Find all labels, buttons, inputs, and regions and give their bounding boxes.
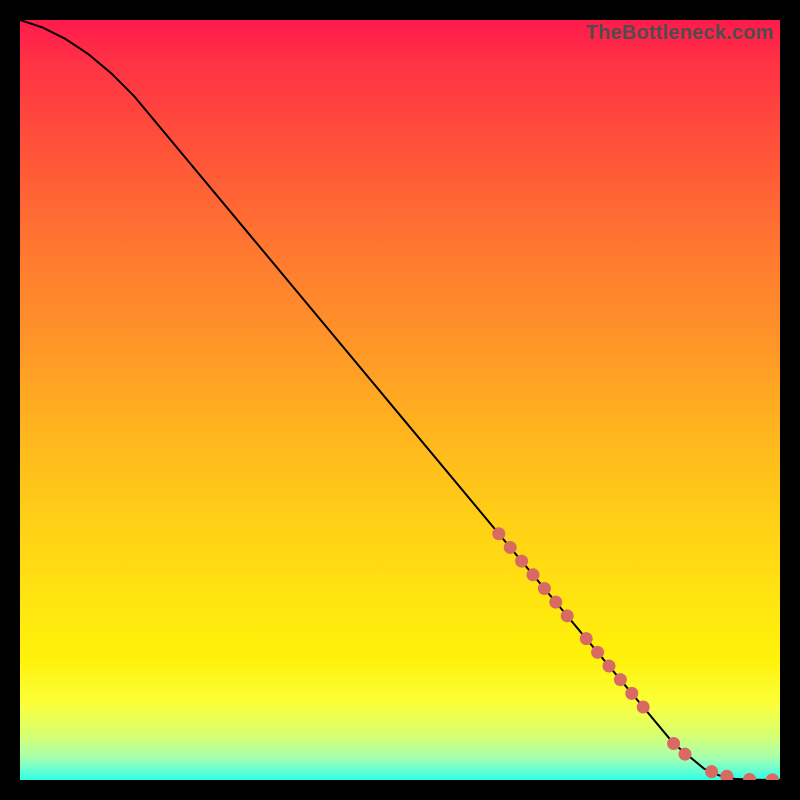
chart-marker-series [492,527,779,780]
chart-plot-area: TheBottleneck.com [20,20,780,780]
chart-marker [492,527,505,540]
chart-marker [504,541,517,554]
chart-marker [527,568,540,581]
chart-curve [20,20,780,780]
chart-marker [766,773,779,780]
chart-line-series [20,20,780,780]
chart-marker [515,555,528,568]
chart-marker [667,737,680,750]
chart-marker [614,673,627,686]
chart-marker [591,646,604,659]
chart-marker [549,596,562,609]
chart-marker [603,660,616,673]
chart-marker [580,632,593,645]
chart-marker [625,687,638,700]
chart-marker [720,770,733,780]
chart-marker [705,765,718,778]
chart-marker [743,773,756,780]
chart-marker [637,701,650,714]
chart-marker [538,582,551,595]
chart-marker [561,609,574,622]
chart-svg [20,20,780,780]
chart-marker [679,748,692,761]
